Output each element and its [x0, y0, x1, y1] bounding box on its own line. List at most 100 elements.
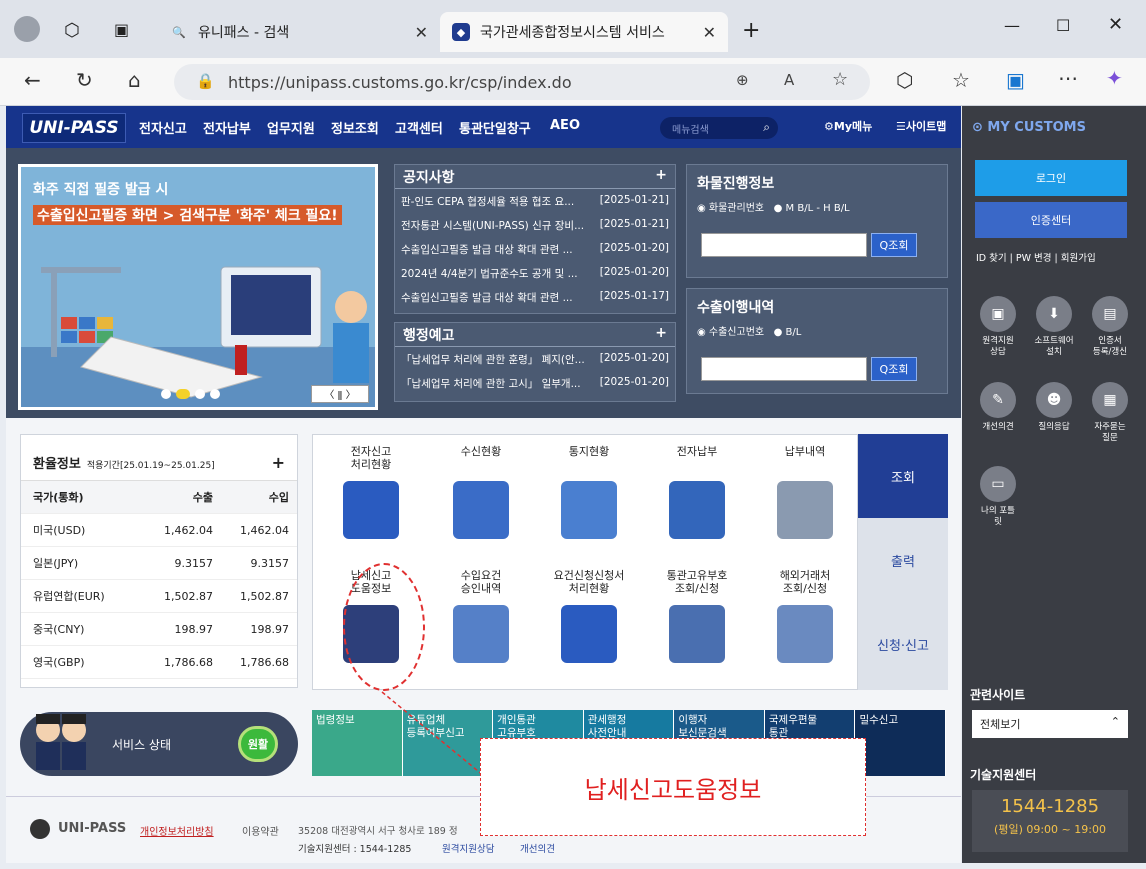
radio-bl[interactable]: ● M B/L - H B/L: [774, 203, 850, 214]
my-customs-shortcut[interactable]: ▤ 인증서 등록/갱신: [1084, 296, 1136, 358]
notice-text: 수출입신고필증 발급 대상 확대 관련 ...: [401, 292, 573, 304]
banner-controls[interactable]: 〈 ǁ 〉: [311, 385, 369, 403]
admin-item[interactable]: 「납세업무 처리에 관한 고시」 일부개... [2025-01-20]: [395, 371, 675, 395]
login-button[interactable]: 로그인: [975, 160, 1127, 196]
lock-icon: 🔒: [196, 72, 215, 90]
minimize-icon[interactable]: —: [1004, 16, 1020, 35]
url-field[interactable]: 🔒 https://unipass.customs.go.kr/csp/inde…: [174, 64, 870, 100]
export-search-button[interactable]: Q조회: [871, 357, 917, 381]
cargo-input[interactable]: [701, 233, 867, 257]
workspaces-icon[interactable]: ⬡: [64, 20, 80, 41]
favorite-star-icon[interactable]: ☆: [832, 69, 848, 90]
admin-item[interactable]: 「납세업무 처리에 관한 훈령」 폐지(안... [2025-01-20]: [395, 347, 675, 371]
close-tab-icon[interactable]: ✕: [703, 23, 716, 42]
cargo-search-button[interactable]: Q조회: [871, 233, 917, 257]
my-menu-link[interactable]: ⚙My메뉴: [824, 118, 872, 134]
pager-dot[interactable]: [210, 389, 220, 399]
menu-info[interactable]: 정보조회: [331, 118, 379, 137]
radio-bl[interactable]: ● B/L: [774, 327, 802, 338]
my-customs-shortcut[interactable]: ▣ 원격지원 상담: [972, 296, 1024, 358]
menu-e-report[interactable]: 전자신고: [139, 118, 187, 137]
account-links[interactable]: ID 찾기 | PW 변경 | 회원가입: [976, 250, 1096, 264]
cell: 1,502.87: [240, 589, 289, 603]
admin-more-icon[interactable]: +: [655, 325, 667, 344]
quick-link[interactable]: 밀수신고: [855, 710, 947, 776]
menu-single-window[interactable]: 통관단일창구: [459, 118, 531, 137]
favorites-icon[interactable]: ☆: [952, 68, 970, 92]
collections-icon[interactable]: ▣: [1006, 68, 1025, 92]
privacy-link[interactable]: 개인정보처리방침: [140, 823, 214, 838]
pager-dot[interactable]: [195, 389, 205, 399]
new-tab-icon[interactable]: +: [742, 18, 760, 43]
cell: 9.3157: [250, 556, 290, 570]
back-icon[interactable]: ←: [24, 68, 41, 92]
tab-unipass[interactable]: ◆ 국가관세종합정보시스템 서비스 ✕: [440, 12, 728, 52]
tab-apply[interactable]: 신청·신고: [858, 602, 948, 686]
notice-item[interactable]: 수출입신고필증 발급 대상 확대 관련 ... [2025-01-17]: [395, 285, 675, 309]
close-window-icon[interactable]: ✕: [1108, 14, 1123, 35]
related-select[interactable]: 전체보기 ⌃: [972, 710, 1128, 738]
tab-actions-icon[interactable]: ▣: [114, 20, 129, 39]
tab-search[interactable]: 🔍 유니패스 - 검색 ✕: [158, 12, 440, 52]
service-item[interactable]: 납부내역: [755, 445, 855, 539]
copilot-icon[interactable]: ✦: [1106, 66, 1123, 90]
my-customs-shortcut[interactable]: ▦ 자주묻는 질문: [1084, 382, 1136, 444]
pager-dot[interactable]: [161, 389, 171, 399]
pager-dot-active[interactable]: [176, 389, 190, 399]
feedback-link[interactable]: 개선의견: [520, 841, 555, 855]
my-customs-shortcut[interactable]: ⬇ 소프트웨어 설치: [1028, 296, 1080, 358]
unipass-logo[interactable]: UNI-PASS: [22, 113, 126, 143]
close-tab-icon[interactable]: ✕: [415, 23, 428, 42]
my-customs-shortcut[interactable]: ✎ 개선의견: [972, 382, 1024, 433]
service-item[interactable]: 수입요건 승인내역: [431, 569, 531, 663]
extensions-icon[interactable]: ⬡: [896, 68, 913, 92]
export-radios[interactable]: ◉ 수출신고번호 ● B/L: [687, 321, 947, 340]
tab-inquiry[interactable]: 조회: [858, 434, 948, 518]
service-tabs: 조회 출력 신청·신고: [858, 434, 948, 690]
notice-item[interactable]: 수출입신고필증 발급 대상 확대 관련 ... [2025-01-20]: [395, 237, 675, 261]
menu-search-input[interactable]: 메뉴검색 ⌕: [660, 117, 778, 139]
my-customs-shortcut[interactable]: ▭ 나의 포틀 릿: [972, 466, 1024, 528]
service-item[interactable]: 통지현황: [539, 445, 639, 539]
terms-link[interactable]: 이용약관: [242, 823, 279, 838]
tech-title: 기술지원센터: [970, 768, 1037, 782]
menu-customer[interactable]: 고객센터: [395, 118, 443, 137]
service-item[interactable]: 전자납부: [647, 445, 747, 539]
home-icon[interactable]: ⌂: [128, 68, 141, 92]
shortcut-icon: ☻: [1036, 382, 1072, 418]
tab-print[interactable]: 출력: [858, 518, 948, 602]
notice-item[interactable]: 전자통관 시스템(UNI-PASS) 신규 장비... [2025-01-21]: [395, 213, 675, 237]
menu-e-payment[interactable]: 전자납부: [203, 118, 251, 137]
cargo-radios[interactable]: ◉ 화물관리번호 ● M B/L - H B/L: [687, 197, 947, 216]
profile-icon[interactable]: [14, 16, 40, 42]
cert-center-button[interactable]: 인증센터: [975, 202, 1127, 238]
service-item[interactable]: 요건신청신청서 처리현황: [539, 569, 639, 663]
my-customs-shortcut[interactable]: ☻ 질의응답: [1028, 382, 1080, 433]
search-icon[interactable]: ⌕: [763, 120, 770, 135]
footer-address: 35208 대전광역시 서구 청사로 189 정: [298, 826, 458, 837]
sitemap-link[interactable]: ☰사이트맵: [896, 118, 946, 134]
notice-item[interactable]: 2024년 4/4분기 법규준수도 공개 및 ... [2025-01-20]: [395, 261, 675, 285]
exchange-more-icon[interactable]: +: [272, 453, 285, 472]
notice-text: 판-인도 CEPA 협정세율 적용 협조 요...: [401, 196, 575, 208]
remote-link[interactable]: 원격지원상담: [442, 841, 494, 855]
radio-cargo-no[interactable]: ◉ 화물관리번호: [697, 203, 764, 214]
read-aloud-icon[interactable]: A: [784, 71, 794, 89]
radio-export-no[interactable]: ◉ 수출신고번호: [697, 327, 764, 338]
maximize-icon[interactable]: ☐: [1056, 16, 1070, 35]
service-item[interactable]: 통관고유부호 조회/신청: [647, 569, 747, 663]
zoom-icon[interactable]: ⊕: [736, 71, 749, 89]
service-item[interactable]: 전자신고 처리현황: [321, 445, 421, 539]
main-banner[interactable]: 화주 직접 필증 발급 시 수출입신고필증 화면 > 검색구분 '화주' 체크 …: [18, 164, 378, 410]
export-input[interactable]: [701, 357, 867, 381]
shortcut-label: 나의 포틀 릿: [981, 506, 1015, 527]
menu-aeo[interactable]: AEO: [550, 118, 580, 133]
menu-support[interactable]: 업무지원: [267, 118, 315, 137]
notice-date: [2025-01-20]: [599, 242, 669, 254]
notice-item[interactable]: 판-인도 CEPA 협정세율 적용 협조 요... [2025-01-21]: [395, 189, 675, 213]
service-item[interactable]: 수신현황: [431, 445, 531, 539]
more-icon[interactable]: ⋯: [1058, 66, 1078, 90]
refresh-icon[interactable]: ↻: [76, 68, 93, 92]
service-item[interactable]: 해외거래처 조회/신청: [755, 569, 855, 663]
notice-more-icon[interactable]: +: [655, 167, 667, 186]
